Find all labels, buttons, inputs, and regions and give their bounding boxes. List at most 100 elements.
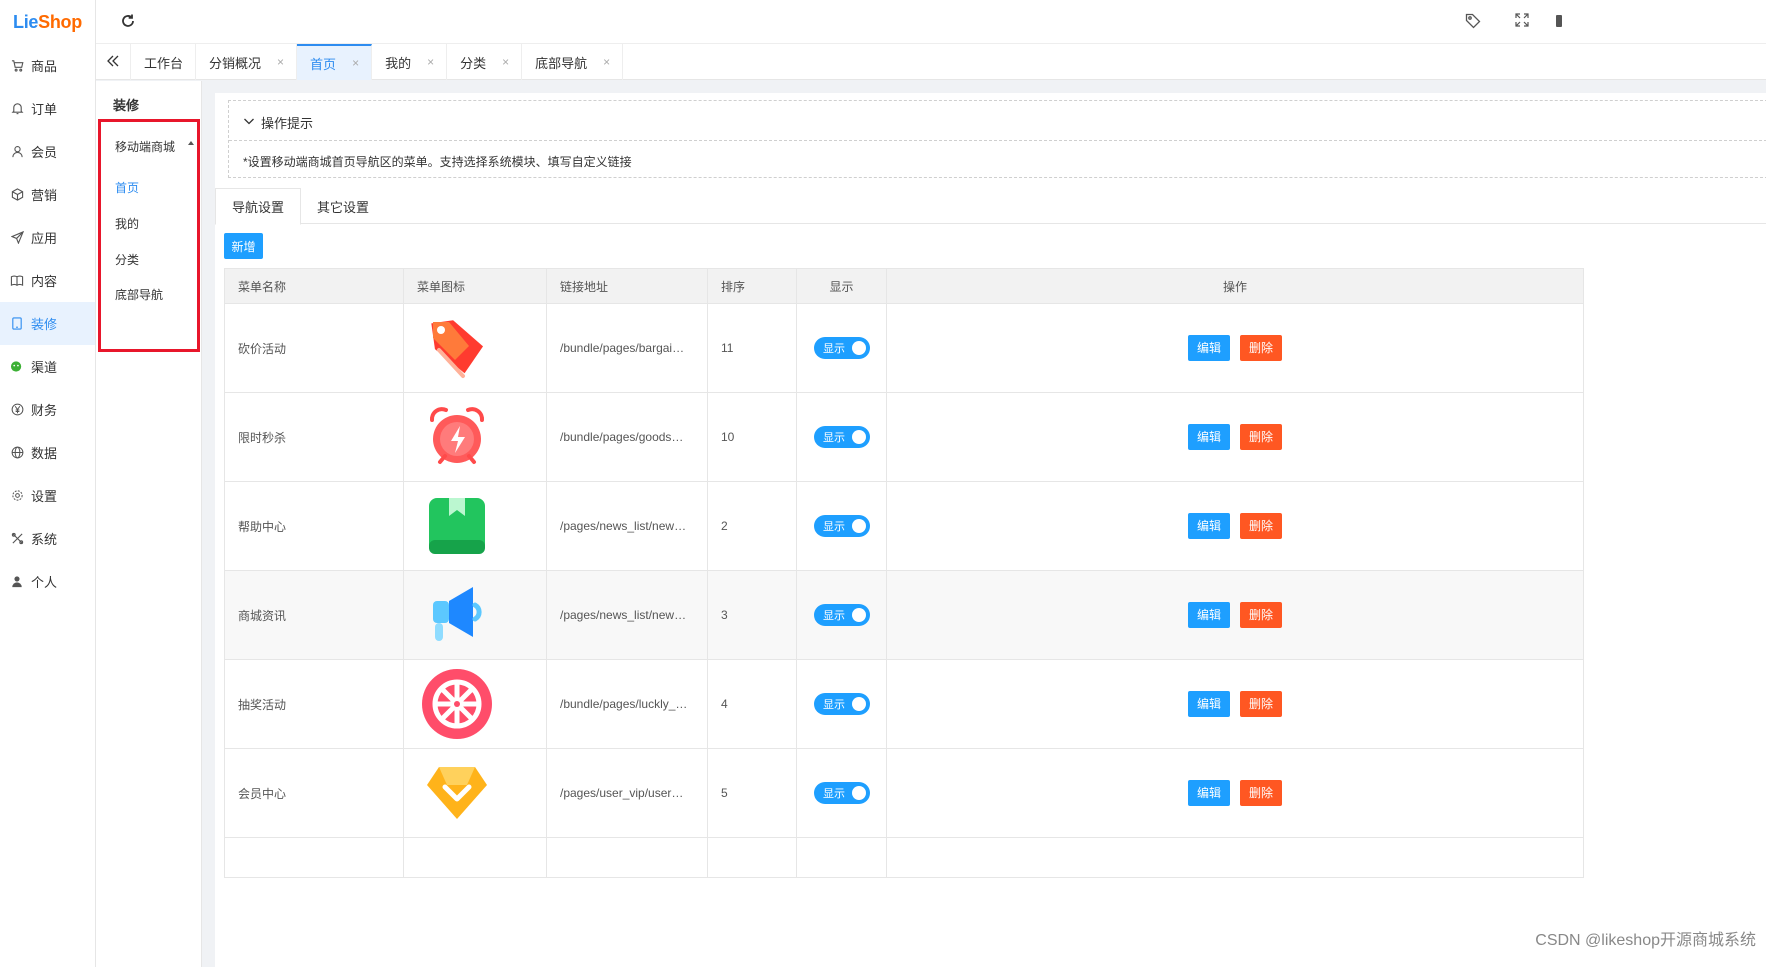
delete-button[interactable]: 删除 bbox=[1240, 602, 1282, 628]
edit-button[interactable]: 编辑 bbox=[1188, 602, 1230, 628]
add-button[interactable]: 新增 bbox=[224, 233, 263, 259]
show-toggle[interactable]: 显示 bbox=[814, 426, 870, 448]
table-row bbox=[224, 837, 1584, 878]
content-tabs: 导航设置 其它设置 bbox=[215, 188, 1766, 225]
close-icon[interactable]: × bbox=[502, 55, 509, 69]
col-actions: 操作 bbox=[886, 268, 1584, 304]
delete-button[interactable]: 删除 bbox=[1240, 335, 1282, 361]
tab-bottom-nav[interactable]: 底部导航 × bbox=[522, 44, 624, 80]
logo[interactable]: Lie Shop bbox=[0, 0, 95, 44]
tab-label: 分销概况 bbox=[209, 55, 262, 71]
menu-name: 会员中心 bbox=[224, 748, 404, 838]
send-icon bbox=[10, 231, 24, 245]
close-icon[interactable]: × bbox=[603, 55, 610, 69]
tab-workbench[interactable]: 工作台 bbox=[131, 44, 197, 80]
bookmark-book-icon bbox=[417, 486, 497, 566]
edit-button[interactable]: 编辑 bbox=[1188, 691, 1230, 717]
sidebar-item-label: 个人 bbox=[31, 575, 58, 590]
tab-label: 首页 bbox=[310, 56, 337, 72]
edit-button[interactable]: 编辑 bbox=[1188, 424, 1230, 450]
sidebar-item-settings[interactable]: 设置 bbox=[0, 474, 95, 517]
subnav-item-category[interactable]: 分类 bbox=[115, 251, 139, 268]
toggle-knob bbox=[852, 786, 866, 800]
edit-button[interactable]: 编辑 bbox=[1188, 780, 1230, 806]
subnav-title: 装修 bbox=[113, 98, 140, 113]
sidebar-item-content[interactable]: 内容 bbox=[0, 259, 95, 302]
tab-distribution-overview[interactable]: 分销概况 × bbox=[196, 44, 298, 80]
table-row: 商城资讯 /pages/news_list/new… 3 显示 编辑 删除 bbox=[224, 570, 1584, 660]
link-url: /bundle/pages/bargai… bbox=[546, 303, 708, 393]
toggle-label: 显示 bbox=[823, 788, 845, 800]
tips-header[interactable]: 操作提示 bbox=[243, 113, 313, 132]
delete-button[interactable]: 删除 bbox=[1240, 424, 1282, 450]
link-url: /pages/news_list/new… bbox=[546, 481, 708, 571]
close-icon[interactable]: × bbox=[277, 55, 284, 69]
subnav-group-mobile-mall[interactable]: 移动端商城 bbox=[115, 138, 175, 155]
book-icon bbox=[10, 274, 24, 288]
edit-button[interactable]: 编辑 bbox=[1188, 335, 1230, 361]
delete-button[interactable]: 删除 bbox=[1240, 780, 1282, 806]
sidebar-item-system[interactable]: 系统 bbox=[0, 517, 95, 560]
edit-button[interactable]: 编辑 bbox=[1188, 513, 1230, 539]
subnav-item-bottom-nav[interactable]: 底部导航 bbox=[115, 286, 163, 303]
sidebar-item-members[interactable]: 会员 bbox=[0, 130, 95, 173]
sidebar-item-apps[interactable]: 应用 bbox=[0, 216, 95, 259]
link-url: /bundle/pages/goods… bbox=[546, 392, 708, 482]
show-toggle[interactable]: 显示 bbox=[814, 515, 870, 537]
caret-up-icon[interactable] bbox=[188, 141, 194, 145]
sidebar-item-finance[interactable]: 财务 bbox=[0, 388, 95, 431]
tablet-icon bbox=[10, 317, 24, 331]
link-url: /bundle/pages/luckly_… bbox=[546, 659, 708, 749]
box-icon bbox=[10, 188, 24, 202]
user-menu-icon[interactable] bbox=[1552, 13, 1562, 31]
menu-name: 砍价活动 bbox=[224, 303, 404, 393]
tab-mine[interactable]: 我的 × bbox=[372, 44, 448, 80]
tag-icon[interactable] bbox=[1465, 13, 1483, 31]
menu-name: 帮助中心 bbox=[224, 481, 404, 571]
sidebar-item-profile[interactable]: 个人 bbox=[0, 560, 95, 603]
sidebar-item-label: 会员 bbox=[31, 145, 58, 160]
show-toggle[interactable]: 显示 bbox=[814, 782, 870, 804]
show-toggle[interactable]: 显示 bbox=[814, 604, 870, 626]
sort-value: 4 bbox=[707, 659, 797, 749]
tab-nav-settings[interactable]: 导航设置 bbox=[215, 188, 302, 225]
refresh-icon[interactable] bbox=[120, 13, 138, 31]
sidebar-item-label: 营销 bbox=[31, 188, 58, 203]
fullscreen-icon[interactable] bbox=[1515, 13, 1533, 31]
tab-category[interactable]: 分类 × bbox=[447, 44, 523, 80]
toggle-label: 显示 bbox=[823, 343, 845, 355]
sidebar-item-label: 装修 bbox=[31, 317, 58, 332]
sidebar-item-data[interactable]: 数据 bbox=[0, 431, 95, 474]
delete-button[interactable]: 删除 bbox=[1240, 513, 1282, 539]
cart-icon bbox=[10, 59, 24, 73]
close-icon[interactable]: × bbox=[427, 55, 434, 69]
sidebar-item-goods[interactable]: 商品 bbox=[0, 44, 95, 87]
sidebar-item-decoration[interactable]: 装修 bbox=[0, 302, 95, 345]
link-url: /pages/user_vip/user… bbox=[546, 748, 708, 838]
vip-diamond-icon bbox=[417, 753, 497, 833]
main-sidebar: Lie Shop 商品 订单 会员 营销 应用 内容 装修 渠道 财务 数据 设… bbox=[0, 0, 96, 967]
tab-other-settings[interactable]: 其它设置 bbox=[301, 188, 385, 224]
operation-tips: 操作提示 *设置移动端商城首页导航区的菜单。支持选择系统模块、填写自定义链接 bbox=[228, 100, 1766, 178]
alarm-clock-icon bbox=[417, 397, 497, 477]
sidebar-item-orders[interactable]: 订单 bbox=[0, 87, 95, 130]
main-content: 操作提示 *设置移动端商城首页导航区的菜单。支持选择系统模块、填写自定义链接 导… bbox=[215, 93, 1766, 967]
delete-button[interactable]: 删除 bbox=[1240, 691, 1282, 717]
bell-icon bbox=[10, 102, 24, 116]
collapse-sidebar-button[interactable] bbox=[96, 44, 131, 80]
sidebar-item-channels[interactable]: 渠道 bbox=[0, 345, 95, 388]
col-menu-name: 菜单名称 bbox=[224, 268, 404, 304]
sort-value: 3 bbox=[707, 570, 797, 660]
subnav-item-home[interactable]: 首页 bbox=[115, 179, 139, 196]
close-icon[interactable]: × bbox=[352, 56, 359, 70]
show-toggle[interactable]: 显示 bbox=[814, 693, 870, 715]
tab-home[interactable]: 首页 × bbox=[297, 44, 373, 80]
sidebar-item-marketing[interactable]: 营销 bbox=[0, 173, 95, 216]
toggle-knob bbox=[852, 697, 866, 711]
toggle-knob bbox=[852, 430, 866, 444]
subnav-item-mine[interactable]: 我的 bbox=[115, 215, 139, 232]
table-row: 限时秒杀 /bundle/pages/goods… 10 显示 编辑 删除 bbox=[224, 392, 1584, 482]
show-toggle[interactable]: 显示 bbox=[814, 337, 870, 359]
tab-label: 分类 bbox=[460, 55, 487, 71]
gear-icon bbox=[10, 489, 24, 503]
